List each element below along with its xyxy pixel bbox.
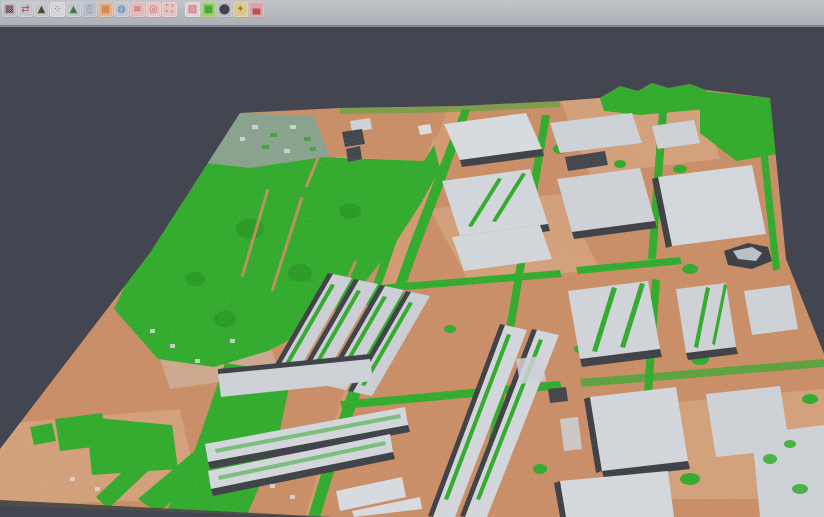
terrain-green-icon[interactable]: ▲ bbox=[66, 2, 81, 17]
points-icon[interactable]: ⁘ bbox=[50, 2, 65, 17]
yellow-tool-icon[interactable]: ✦ bbox=[233, 2, 248, 17]
viewport-3d[interactable] bbox=[0, 29, 824, 517]
swap-arrows-icon[interactable]: ⇄ bbox=[18, 2, 33, 17]
point-cloud-render bbox=[0, 29, 824, 517]
red-frame-icon[interactable]: ⛶ bbox=[162, 2, 177, 17]
terrain-group bbox=[0, 29, 824, 517]
camera-dark-icon[interactable]: ⬤ bbox=[217, 2, 232, 17]
panel-icon[interactable]: ▯ bbox=[82, 2, 97, 17]
orange-tile-icon[interactable]: ■ bbox=[98, 2, 113, 17]
red-target-icon[interactable]: ◎ bbox=[146, 2, 161, 17]
globe-icon[interactable]: ◍ bbox=[114, 2, 129, 17]
grid-box-icon[interactable]: ▩ bbox=[2, 2, 17, 17]
app-window: { "window": { "title": "3D point cloud v… bbox=[0, 0, 824, 517]
main-toolbar: ▩ ⇄ ▲ ⁘ ▲ ▯ ■ ◍ ≡ ◎ ⛶ ▨ ▦ ⬤ ✦ ▄ bbox=[0, 0, 824, 27]
colormap-icon[interactable]: ▦ bbox=[201, 2, 216, 17]
terrain-dark-icon[interactable]: ▲ bbox=[34, 2, 49, 17]
red-checker-icon[interactable]: ▨ bbox=[185, 2, 200, 17]
red-list-icon[interactable]: ≡ bbox=[130, 2, 145, 17]
red-flag-icon[interactable]: ▄ bbox=[249, 2, 264, 17]
